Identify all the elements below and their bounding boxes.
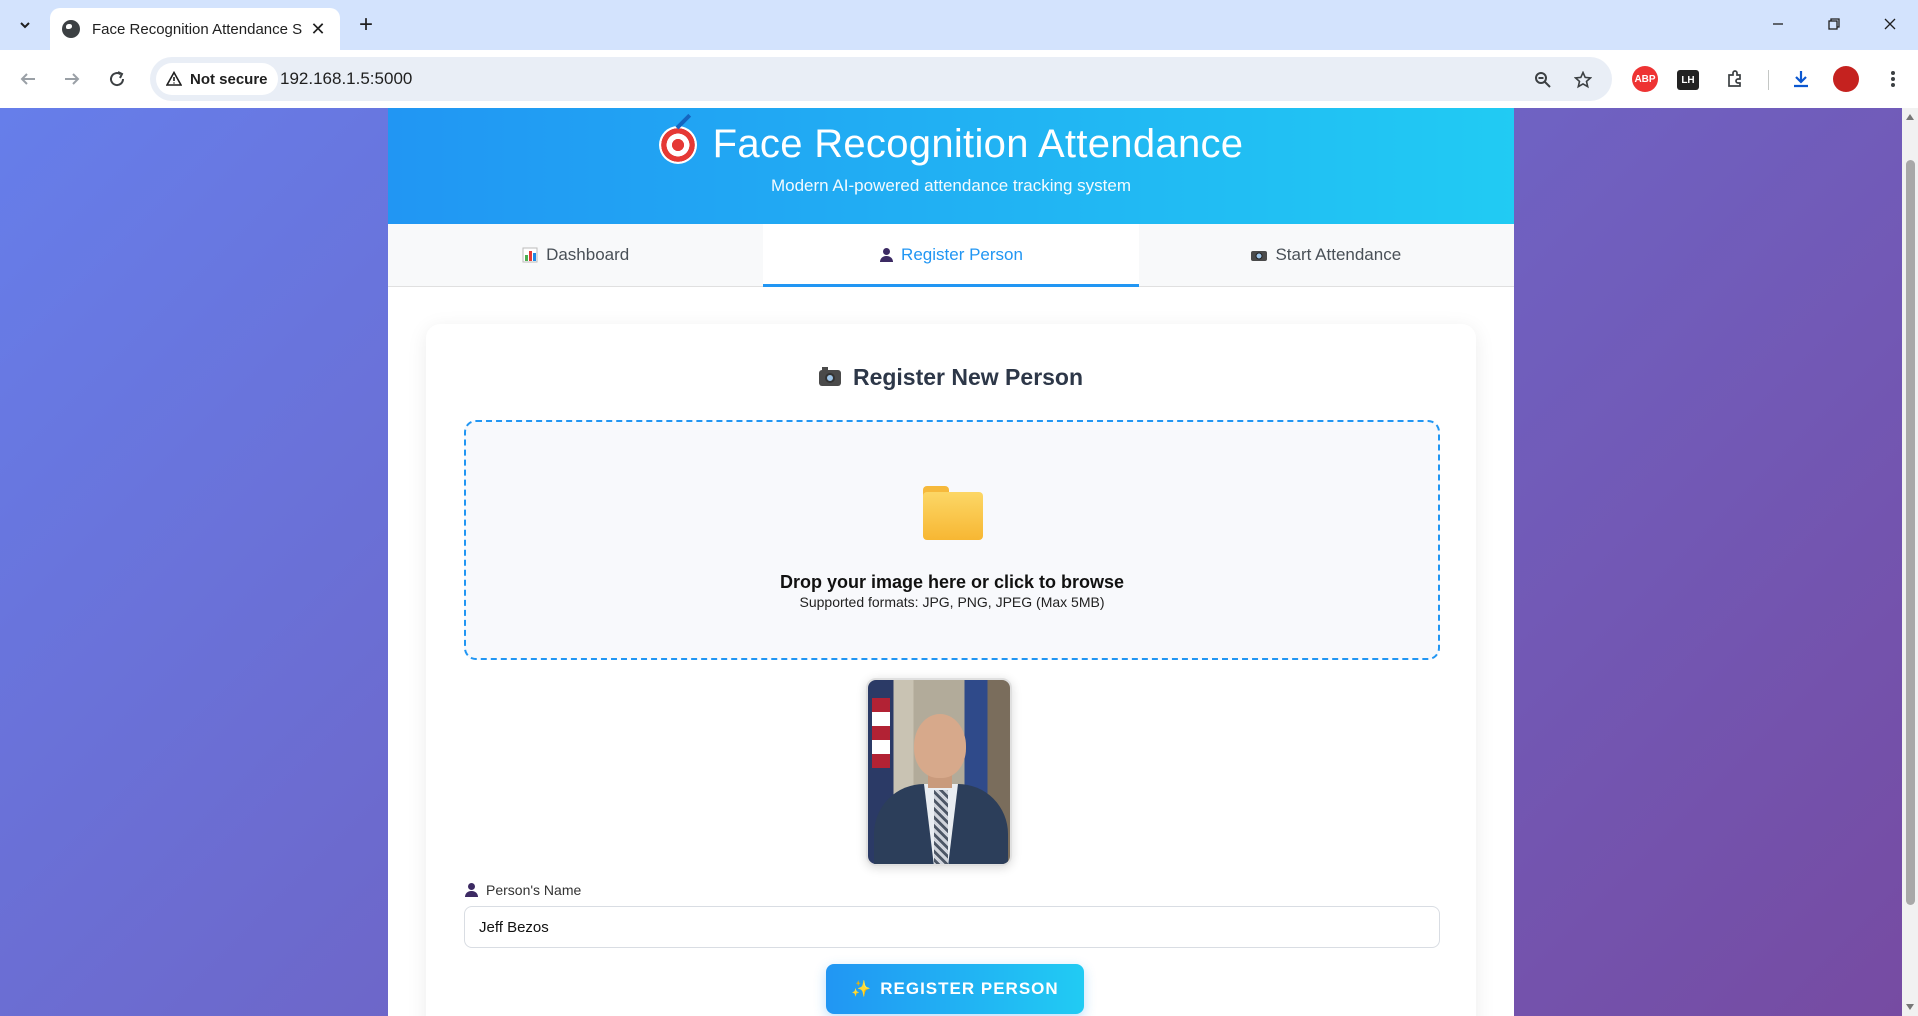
adblock-extension-icon[interactable]: ABP xyxy=(1632,66,1658,92)
target-icon xyxy=(658,125,697,164)
name-label-text: Person's Name xyxy=(486,882,582,898)
tab-dashboard[interactable]: Dashboard xyxy=(388,224,763,286)
app-header: Face Recognition Attendance Modern AI-po… xyxy=(388,108,1514,224)
lighthouse-extension-icon[interactable]: LH xyxy=(1677,70,1699,90)
tab-start-attendance-label: Start Attendance xyxy=(1275,245,1402,264)
flag-shape xyxy=(872,698,890,768)
new-tab-button[interactable]: + xyxy=(352,11,380,39)
browser-tab-strip: Face Recognition Attendance Sy ✕ + xyxy=(0,0,1918,50)
page-title: Face Recognition Attendance xyxy=(712,122,1244,166)
bar-chart-icon xyxy=(522,247,538,263)
name-input[interactable] xyxy=(464,906,1440,948)
restore-icon[interactable] xyxy=(1814,8,1854,40)
camera-icon xyxy=(1251,251,1268,261)
globe-icon xyxy=(62,20,80,38)
address-bar[interactable]: Not secure 192.168.1.5:5000 xyxy=(150,57,1612,101)
camera-icon xyxy=(818,366,841,386)
browser-tab[interactable]: Face Recognition Attendance Sy ✕ xyxy=(50,8,340,50)
tab-register-person-label: Register Person xyxy=(901,245,1023,264)
scrollbar-thumb[interactable] xyxy=(1906,160,1915,905)
url-text[interactable]: 192.168.1.5:5000 xyxy=(280,69,412,89)
dropzone-subtext: Supported formats: JPG, PNG, JPEG (Max 5… xyxy=(799,594,1105,610)
page-subtitle: Modern AI-powered attendance tracking sy… xyxy=(770,176,1132,195)
image-dropzone[interactable]: Drop your image here or click to browse … xyxy=(464,420,1440,660)
tab-search-chevron-icon[interactable] xyxy=(8,9,42,41)
extensions-puzzle-icon[interactable] xyxy=(1722,66,1748,92)
register-person-button[interactable]: ✨ REGISTER PERSON xyxy=(826,964,1084,1014)
nav-tabs: Dashboard Register Person Start Attendan… xyxy=(388,224,1514,287)
person-icon xyxy=(464,883,478,897)
warning-icon xyxy=(166,71,182,86)
dropzone-text: Drop your image here or click to browse xyxy=(779,572,1125,592)
register-title-text: Register New Person xyxy=(852,364,1084,390)
register-button-label: REGISTER PERSON xyxy=(880,979,1059,998)
reload-icon[interactable] xyxy=(101,63,133,95)
page-scrollbar[interactable] xyxy=(1902,108,1918,1016)
site-info-chip[interactable]: Not secure xyxy=(156,63,278,95)
person-icon xyxy=(879,248,894,262)
minimize-icon[interactable] xyxy=(1758,8,1798,40)
download-icon[interactable] xyxy=(1788,66,1814,92)
page-viewport: Face Recognition Attendance Modern AI-po… xyxy=(0,108,1902,1016)
register-card: Register New Person Drop your image here… xyxy=(426,324,1476,1016)
tie-shape xyxy=(934,790,948,864)
register-title: Register New Person xyxy=(426,364,1476,391)
profile-avatar-icon[interactable] xyxy=(1833,66,1859,92)
app-container: Face Recognition Attendance Modern AI-po… xyxy=(388,108,1514,1016)
folder-icon xyxy=(923,486,983,540)
scroll-up-icon[interactable] xyxy=(1906,114,1914,120)
scroll-down-icon[interactable] xyxy=(1906,1004,1914,1010)
tab-start-attendance[interactable]: Start Attendance xyxy=(1139,224,1514,286)
head-shape xyxy=(914,714,966,778)
name-field-label: Person's Name xyxy=(464,882,581,898)
security-label: Not secure xyxy=(190,70,268,88)
tab-register-person[interactable]: Register Person xyxy=(763,224,1139,287)
tab-dashboard-label: Dashboard xyxy=(546,245,630,264)
browser-menu-icon[interactable] xyxy=(1880,66,1906,92)
zoom-icon[interactable] xyxy=(1530,67,1556,93)
browser-toolbar: Not secure 192.168.1.5:5000 xyxy=(0,50,1918,108)
back-icon[interactable] xyxy=(12,63,44,95)
tab-title: Face Recognition Attendance Sy xyxy=(92,20,302,38)
image-preview xyxy=(866,678,1012,866)
header-title-row: Face Recognition Attendance xyxy=(388,122,1514,167)
forward-icon[interactable] xyxy=(56,63,88,95)
bookmark-star-icon[interactable] xyxy=(1570,67,1596,93)
toolbar-divider xyxy=(1768,70,1769,90)
close-tab-icon[interactable]: ✕ xyxy=(308,19,328,39)
close-window-icon[interactable] xyxy=(1870,8,1910,40)
sparkle-icon: ✨ xyxy=(851,981,873,998)
